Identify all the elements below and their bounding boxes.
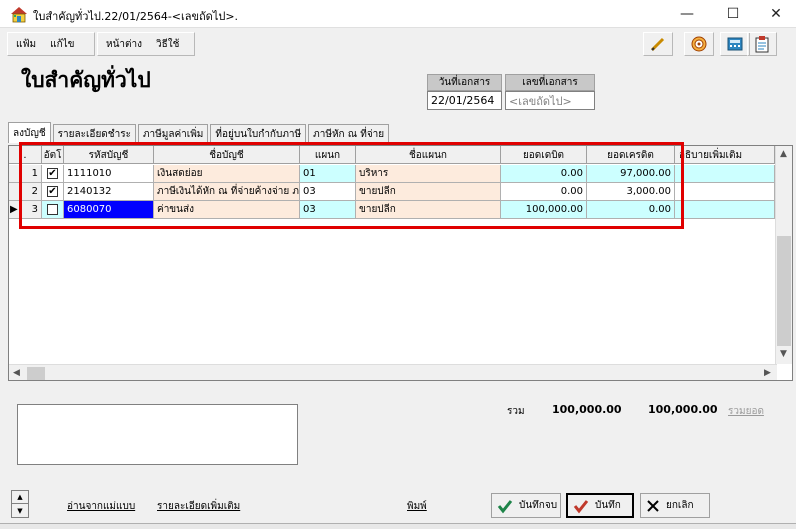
target-icon xyxy=(691,36,707,52)
pen-tool-button[interactable] xyxy=(643,32,673,56)
app-house-icon xyxy=(11,7,27,23)
highlight-frame xyxy=(19,142,684,229)
target-tool-button[interactable] xyxy=(684,32,714,56)
spin-up-icon[interactable]: ▲ xyxy=(12,491,28,504)
x-icon xyxy=(647,499,659,512)
vertical-scroll-thumb[interactable] xyxy=(777,236,791,346)
current-row-pointer-icon: ▶ xyxy=(10,204,18,215)
row-description[interactable] xyxy=(675,183,775,201)
close-button[interactable]: ✕ xyxy=(756,0,796,28)
menu-group-window-help: หน้าต่าง วิธีใช้ xyxy=(97,32,195,56)
menu-file[interactable]: แฟ้ม xyxy=(16,37,36,52)
print-link[interactable]: พิมพ์ xyxy=(407,499,427,514)
spin-down-icon[interactable]: ▼ xyxy=(12,504,28,517)
calculator-icon xyxy=(727,37,743,51)
tab-journal[interactable]: ลงบัญชี xyxy=(8,122,51,143)
doc-number-field[interactable]: <เลขถัดไป> xyxy=(505,91,595,110)
more-details-link[interactable]: รายละเอียดเพิ่มเติม xyxy=(157,499,240,514)
record-spinner[interactable]: ▲ ▼ xyxy=(11,490,29,518)
tab-payment-details[interactable]: รายละเอียดชำระ xyxy=(52,124,136,143)
doc-number-label: เลขที่เอกสาร xyxy=(505,74,595,91)
total-credit: 100,000.00 xyxy=(648,403,718,416)
from-template-link[interactable]: อ่านจากแม่แบบ xyxy=(67,499,135,514)
grid-vertical-scrollbar[interactable]: ▲ ▼ xyxy=(775,146,792,364)
save-button[interactable]: บันทึก xyxy=(566,493,634,518)
scroll-left-icon[interactable]: ◀ xyxy=(13,368,20,378)
menu-edit[interactable]: แก้ไข xyxy=(50,37,74,52)
notes-textarea[interactable] xyxy=(17,404,298,465)
header-description: อธิบายเพิ่มเติม xyxy=(675,146,775,164)
cancel-button[interactable]: ยกเลิก xyxy=(640,493,710,518)
row-description[interactable] xyxy=(675,201,775,219)
tab-vat[interactable]: ภาษีมูลค่าเพิ่ม xyxy=(137,124,209,143)
clipboard-icon xyxy=(755,36,769,53)
save-close-label: บันทึกจบ xyxy=(519,500,558,511)
pen-icon xyxy=(650,37,665,52)
total-label: รวม xyxy=(507,406,525,417)
scroll-up-icon[interactable]: ▲ xyxy=(780,149,787,159)
window-title: ใบสำคัญทั่วไป.22/01/2564-<เลขถัดไป>. xyxy=(33,10,239,23)
row-description[interactable] xyxy=(675,165,775,183)
tab-invoice-address[interactable]: ที่อยู่บนใบกำกับภาษี xyxy=(210,124,307,143)
menu-bar: แฟ้ม แก้ไข หน้าต่าง วิธีใช้ xyxy=(0,30,796,60)
minimize-button[interactable]: — xyxy=(664,0,710,28)
tab-withholding-tax[interactable]: ภาษีหัก ณ ที่จ่าย xyxy=(308,124,390,143)
red-check-icon xyxy=(573,499,589,513)
scroll-down-icon[interactable]: ▼ xyxy=(780,349,787,359)
doc-date-field[interactable]: 22/01/2564 xyxy=(427,91,502,110)
menu-group-file-edit: แฟ้ม แก้ไข xyxy=(7,32,95,56)
scroll-right-icon[interactable]: ▶ xyxy=(764,368,771,378)
total-debit: 100,000.00 xyxy=(552,403,622,416)
menu-window[interactable]: หน้าต่าง xyxy=(106,37,142,52)
title-bar: ใบสำคัญทั่วไป.22/01/2564-<เลขถัดไป>. — ☐… xyxy=(0,0,796,28)
cancel-label: ยกเลิก xyxy=(666,500,694,511)
tab-strip: ลงบัญชี รายละเอียดชำระ ภาษีมูลค่าเพิ่ม ท… xyxy=(8,122,391,144)
save-close-button[interactable]: บันทึกจบ xyxy=(491,493,561,518)
doc-date-label: วันที่เอกสาร xyxy=(427,74,502,91)
page-title: ใบสำคัญทั่วไป xyxy=(21,68,151,92)
status-bar xyxy=(0,523,796,529)
maximize-button[interactable]: ☐ xyxy=(710,0,756,28)
grid-horizontal-scrollbar[interactable]: ◀ ▶ xyxy=(9,364,777,380)
calculator-tool-button[interactable] xyxy=(720,32,750,56)
menu-help[interactable]: วิธีใช้ xyxy=(156,37,179,52)
green-check-icon xyxy=(497,499,513,513)
sum-total-link[interactable]: รวมยอด xyxy=(728,404,764,419)
save-label: บันทึก xyxy=(595,500,621,511)
horizontal-scroll-thumb[interactable] xyxy=(27,367,45,380)
clipboard-tool-button[interactable] xyxy=(747,32,777,56)
